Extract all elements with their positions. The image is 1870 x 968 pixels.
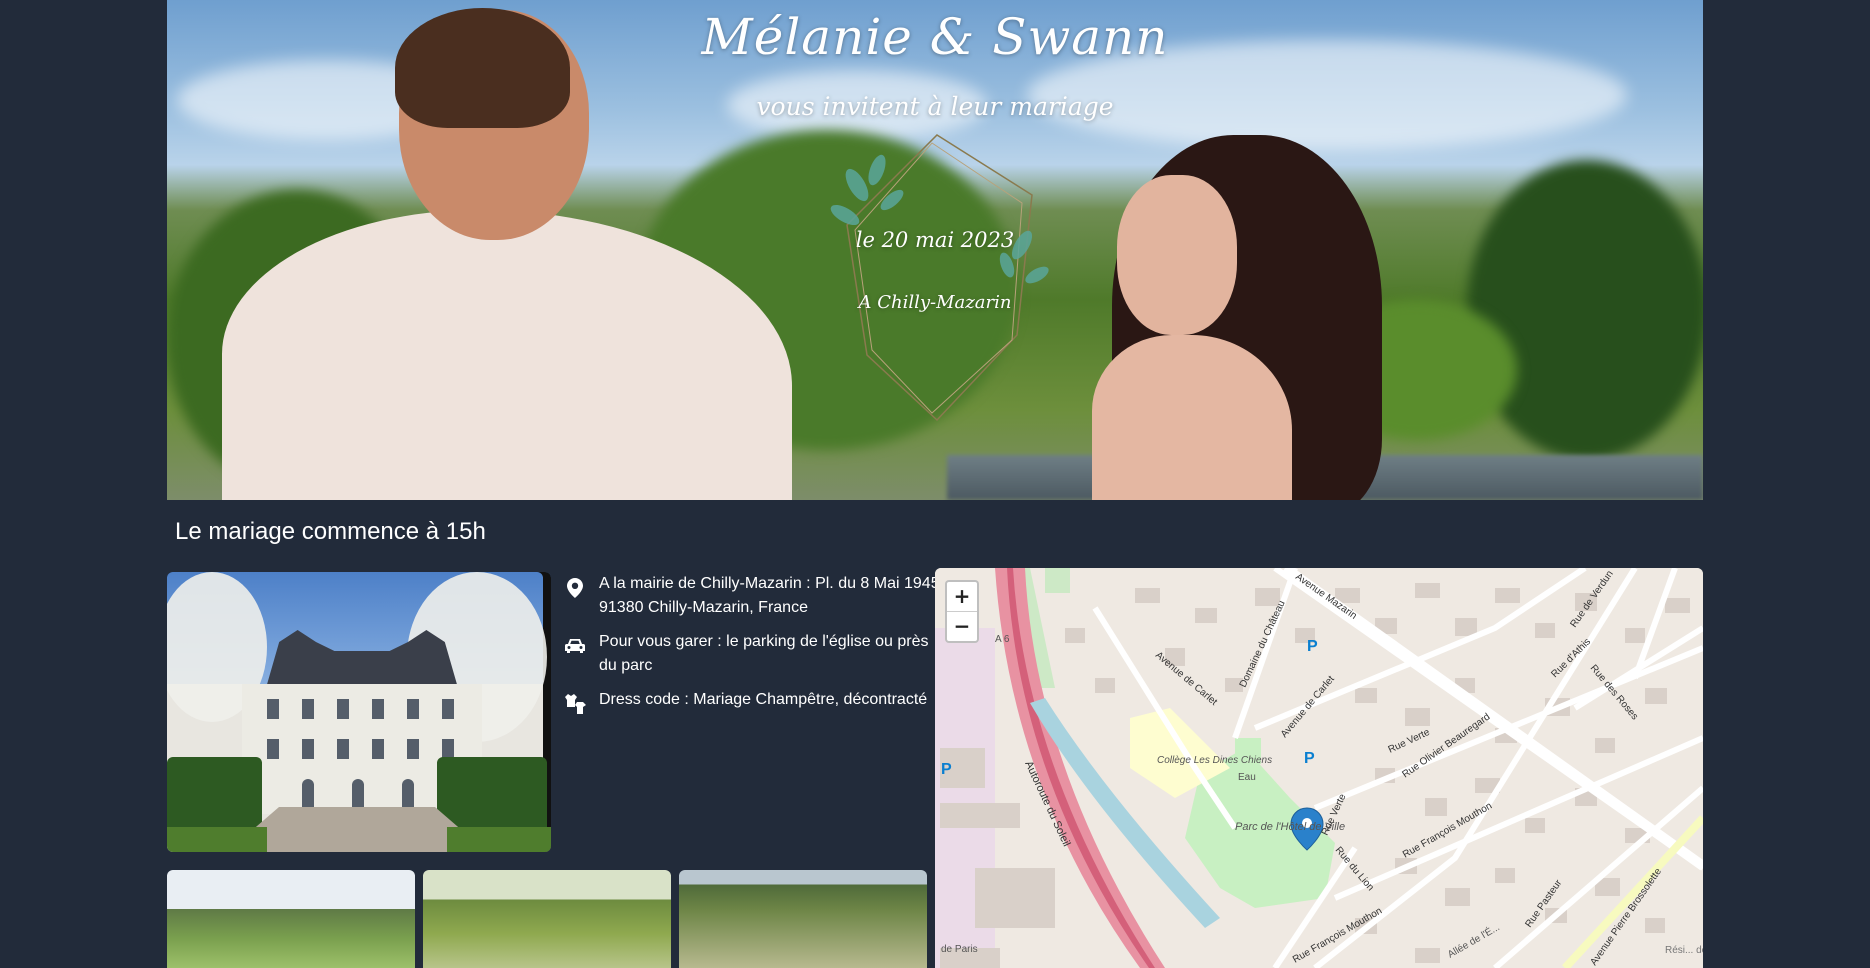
car-icon <box>563 634 587 658</box>
map-label-college: Collège Les Dines Chiens <box>1157 755 1272 766</box>
couple-names: Mélanie & Swann <box>701 8 1169 66</box>
parking-icon: P <box>1307 638 1318 655</box>
hedge <box>167 757 262 837</box>
gallery-photo-2[interactable] <box>423 870 671 968</box>
info-text: Pour vous garer : le parking de l'église… <box>599 633 929 674</box>
clothes-icon <box>563 692 587 716</box>
location-map[interactable]: + − P P P A 6 Autoroute du Soleil Collèg… <box>935 568 1703 968</box>
wedding-date: le 20 mai 2023 <box>855 228 1015 252</box>
door <box>352 779 364 809</box>
parking-icon: P <box>1304 750 1315 767</box>
map-tiles: P P P A 6 Autoroute du Soleil Collège Le… <box>935 568 1703 968</box>
window <box>337 739 349 759</box>
window <box>407 699 419 719</box>
map-label-a6: A 6 <box>995 634 1010 645</box>
hero-banner: Mélanie & Swann vous invitent à leur mar… <box>167 0 1703 500</box>
info-text: Dress code : Mariage Champêtre, décontra… <box>599 691 928 708</box>
window <box>372 739 384 759</box>
zoom-out-button[interactable]: − <box>947 611 977 641</box>
invitation-subtitle: vous invitent à leur mariage <box>756 92 1114 121</box>
start-time-heading: Le mariage commence à 15h <box>175 518 486 545</box>
gallery-photo-1[interactable] <box>167 870 415 968</box>
window <box>337 699 349 719</box>
map-label-paris: de Paris <box>941 944 978 955</box>
gallery-photo-3[interactable] <box>679 870 927 968</box>
location-pin-icon <box>563 576 587 600</box>
lawn <box>167 827 267 852</box>
window <box>442 699 454 719</box>
window <box>267 739 279 759</box>
window <box>442 739 454 759</box>
mairie-photo <box>167 572 551 852</box>
parking-icon: P <box>941 761 952 778</box>
door <box>302 779 314 809</box>
window <box>302 699 314 719</box>
window <box>407 739 419 759</box>
door <box>402 779 414 809</box>
window <box>302 739 314 759</box>
window <box>267 699 279 719</box>
info-text: A la mairie de Chilly-Mazarin : Pl. du 8… <box>599 575 945 616</box>
zoom-in-button[interactable]: + <box>947 582 977 611</box>
wedding-place: A Chilly-Mazarin <box>858 292 1012 313</box>
zoom-control: + − <box>945 580 979 643</box>
map-label-residence: Rési... de la Li... <box>1665 945 1703 956</box>
window <box>372 699 384 719</box>
map-label-eau: Eau <box>1238 772 1256 783</box>
hexagon-frame <box>830 134 1049 422</box>
lawn <box>447 827 551 852</box>
